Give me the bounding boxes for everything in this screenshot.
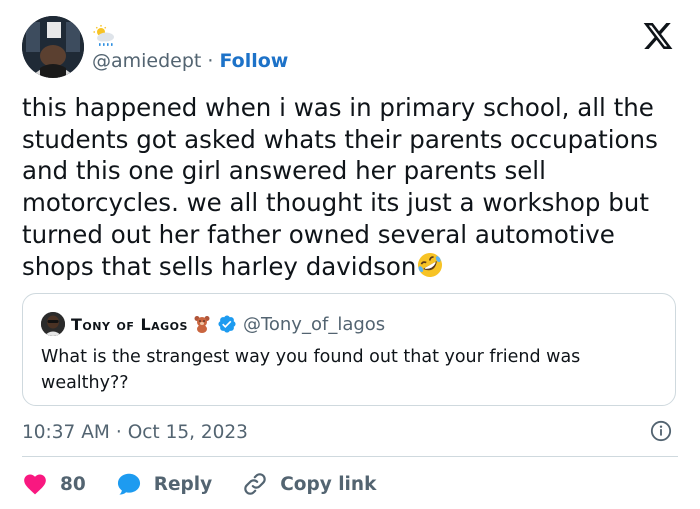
sun-behind-rain-cloud-icon: [93, 25, 114, 46]
author-handle-line: @amiedept · Follow: [92, 50, 288, 72]
tweet-header: @amiedept · Follow: [22, 16, 678, 80]
meta-separator: ·: [115, 421, 122, 443]
rolling-on-floor-laughing-emoji-icon: [416, 251, 444, 279]
reply-label: Reply: [153, 473, 213, 495]
info-icon[interactable]: [650, 420, 672, 442]
x-logo-icon[interactable]: [642, 20, 674, 52]
like-button[interactable]: 80: [22, 471, 86, 497]
copy-link-button[interactable]: Copy link: [242, 471, 376, 497]
link-icon: [244, 473, 266, 495]
chat-bubble-icon: [117, 473, 140, 495]
tweet-time: 10:37 AM: [22, 421, 110, 443]
quoted-tweet-card[interactable]: Tony of Lagos @Tony_of_lagos What is the…: [22, 293, 676, 406]
like-count: 80: [60, 473, 86, 495]
quoted-author-avatar: [41, 312, 65, 336]
copy-link-label: Copy link: [280, 473, 377, 495]
quoted-author-handle: @Tony_of_lagos: [242, 313, 386, 335]
tweet-body: this happened when i was in primary scho…: [22, 92, 678, 282]
separator-dot: ·: [207, 50, 214, 72]
divider: [22, 456, 678, 457]
heart-icon: [24, 474, 46, 495]
action-bar: 80 Reply Copy link: [22, 470, 376, 498]
tweet-date: Oct 15, 2023: [127, 421, 248, 443]
follow-button[interactable]: Follow: [219, 50, 288, 72]
author-name-line: [92, 24, 116, 48]
verified-badge-icon: [218, 315, 236, 333]
reply-button[interactable]: Reply: [116, 471, 212, 497]
tweet-text: this happened when i was in primary scho…: [22, 93, 658, 281]
quoted-tweet-text: What is the strangest way you found out …: [41, 347, 581, 393]
teddy-bear-icon: [194, 316, 210, 333]
quoted-author-name: Tony of Lagos: [71, 314, 188, 334]
author-avatar[interactable]: [22, 16, 84, 78]
author-handle[interactable]: @amiedept: [92, 50, 201, 72]
tweet-timestamp[interactable]: 10:37 AM · Oct 15, 2023: [22, 420, 678, 444]
quoted-tweet-header: Tony of Lagos @Tony_of_lagos: [41, 312, 385, 336]
